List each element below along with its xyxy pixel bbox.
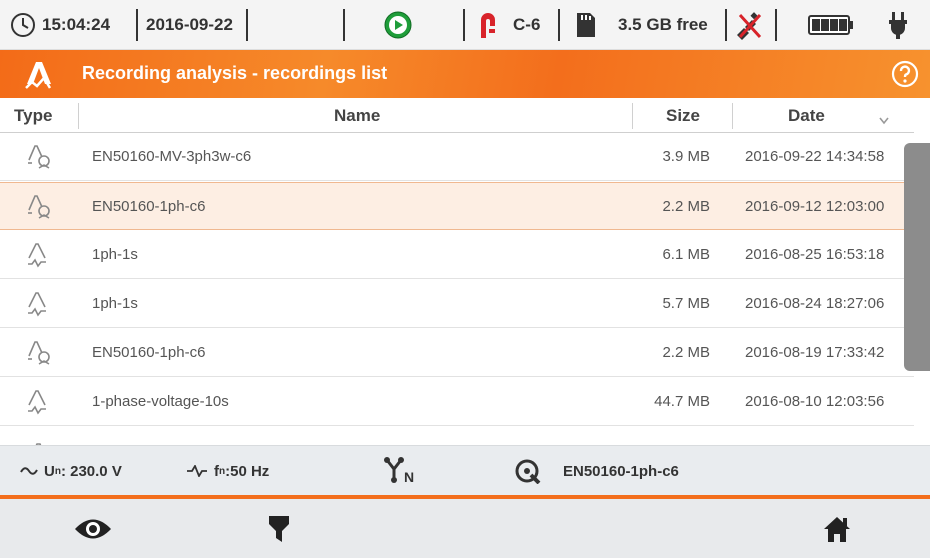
app-logo-icon [24,58,54,95]
help-icon[interactable] [891,60,919,93]
recording-date: 2016-08-10 12:03:56 [745,393,885,410]
status-time: 15:04:24 [42,15,111,34]
bottom-toolbar [0,499,930,558]
clock-icon [10,0,36,50]
scrollbar[interactable] [904,143,930,371]
recording-date: 2016-09-22 14:34:58 [745,148,885,165]
clamp-icon [477,0,499,50]
sort-descending-icon[interactable] [879,112,889,130]
battery-icon [808,0,854,50]
table-row[interactable] [0,431,914,445]
column-header-type[interactable]: Type [14,98,52,133]
measurement-config-name: EN50160-1ph-c6 [563,462,679,480]
waveform-icon [24,431,54,445]
measurement-star-icon [24,329,54,377]
recording-name: 1ph-1s [92,295,138,312]
nominal-voltage: Un: 230.0 V [20,446,122,496]
measurement-star-icon [24,183,54,231]
eye-icon [75,519,111,538]
table-row[interactable]: EN50160-MV-3ph3w-c6 3.9 MB 2016-09-22 14:3… [0,133,914,181]
power-plug-icon [887,0,909,50]
recording-size: 3.9 MB [662,148,710,165]
recordings-list[interactable]: EN50160-MV-3ph3w-c6 3.9 MB 2016-09-22 14:3… [0,133,914,445]
status-bar: 15:04:24 2016-09-22 C-6 3.5 GB free [0,0,930,50]
config-gear-icon [515,446,541,496]
filter-icon [269,515,289,542]
page-title: Recording analysis - recordings list [82,63,388,83]
recording-name: EN50160-1ph-c6 [92,198,206,215]
info-bar: Un: 230.0 V f n:50 Hz N EN50160-1ph-c6 [0,445,930,495]
status-date: 2016-09-22 [146,15,233,34]
waveform-icon [24,280,54,328]
recording-name: 1-phase-voltage-10s [92,393,229,410]
column-header-name[interactable]: Name [334,98,380,133]
nominal-voltage-value: : 230.0 V [60,462,122,480]
table-row[interactable]: EN50160-1ph-c6 2.2 MB 2016-09-12 12:03:00 [0,182,914,230]
table-row[interactable]: 1-phase-voltage-10s 44.7 MB 2016-08-10 12:… [0,378,914,426]
recording-date: 2016-08-25 16:53:18 [745,246,885,263]
view-button[interactable] [0,499,186,558]
recording-size: 2.2 MB [662,344,710,361]
column-header-date[interactable]: Date [788,98,825,133]
nominal-frequency: f n:50 Hz [186,446,269,496]
recording-name: EN50160-MV-3ph3w-c6 [92,148,252,165]
network-type-icon: N [383,446,417,496]
ac-sine-icon [20,467,38,475]
frequency-icon [187,465,207,477]
recording-size: 6.1 MB [662,246,710,263]
recording-date: 2016-08-19 17:33:42 [745,344,885,361]
home-icon [824,516,850,542]
nominal-frequency-value: :50 Hz [225,462,270,480]
recording-name: 1ph-1s [92,246,138,263]
toolbar-empty-slot-4 [558,499,744,558]
nominal-voltage-label: U [44,462,55,480]
recording-size: 44.7 MB [654,393,710,410]
waveform-icon [24,231,54,279]
table-row[interactable]: 1ph-1s 5.7 MB 2016-08-24 18:27:06 [0,280,914,328]
toolbar-empty-slot-3 [372,499,558,558]
column-header-size[interactable]: Size [666,98,700,133]
sd-card-icon [575,0,597,50]
recording-date: 2016-08-24 18:27:06 [745,295,885,312]
table-header: Type Name Size Date [0,98,914,133]
usb-disconnected-icon [732,0,764,50]
recording-name: EN50160-1ph-c6 [92,344,206,361]
filter-button[interactable] [186,499,372,558]
clamp-type: C-6 [513,15,541,34]
measurement-star-icon [24,133,54,181]
recording-play-icon[interactable] [384,0,412,50]
home-button[interactable] [744,499,930,558]
waveform-icon [24,378,54,426]
recording-size: 5.7 MB [662,295,710,312]
storage-free: 3.5 GB free [618,15,708,34]
table-row[interactable]: 1ph-1s 6.1 MB 2016-08-25 16:53:18 [0,231,914,279]
title-bar: Recording analysis - recordings list [0,50,930,98]
recording-date: 2016-09-12 12:03:00 [745,198,885,215]
svg-text:N: N [404,469,414,485]
recording-size: 2.2 MB [662,198,710,215]
table-row[interactable]: EN50160-1ph-c6 2.2 MB 2016-08-19 17:33:42 [0,329,914,377]
